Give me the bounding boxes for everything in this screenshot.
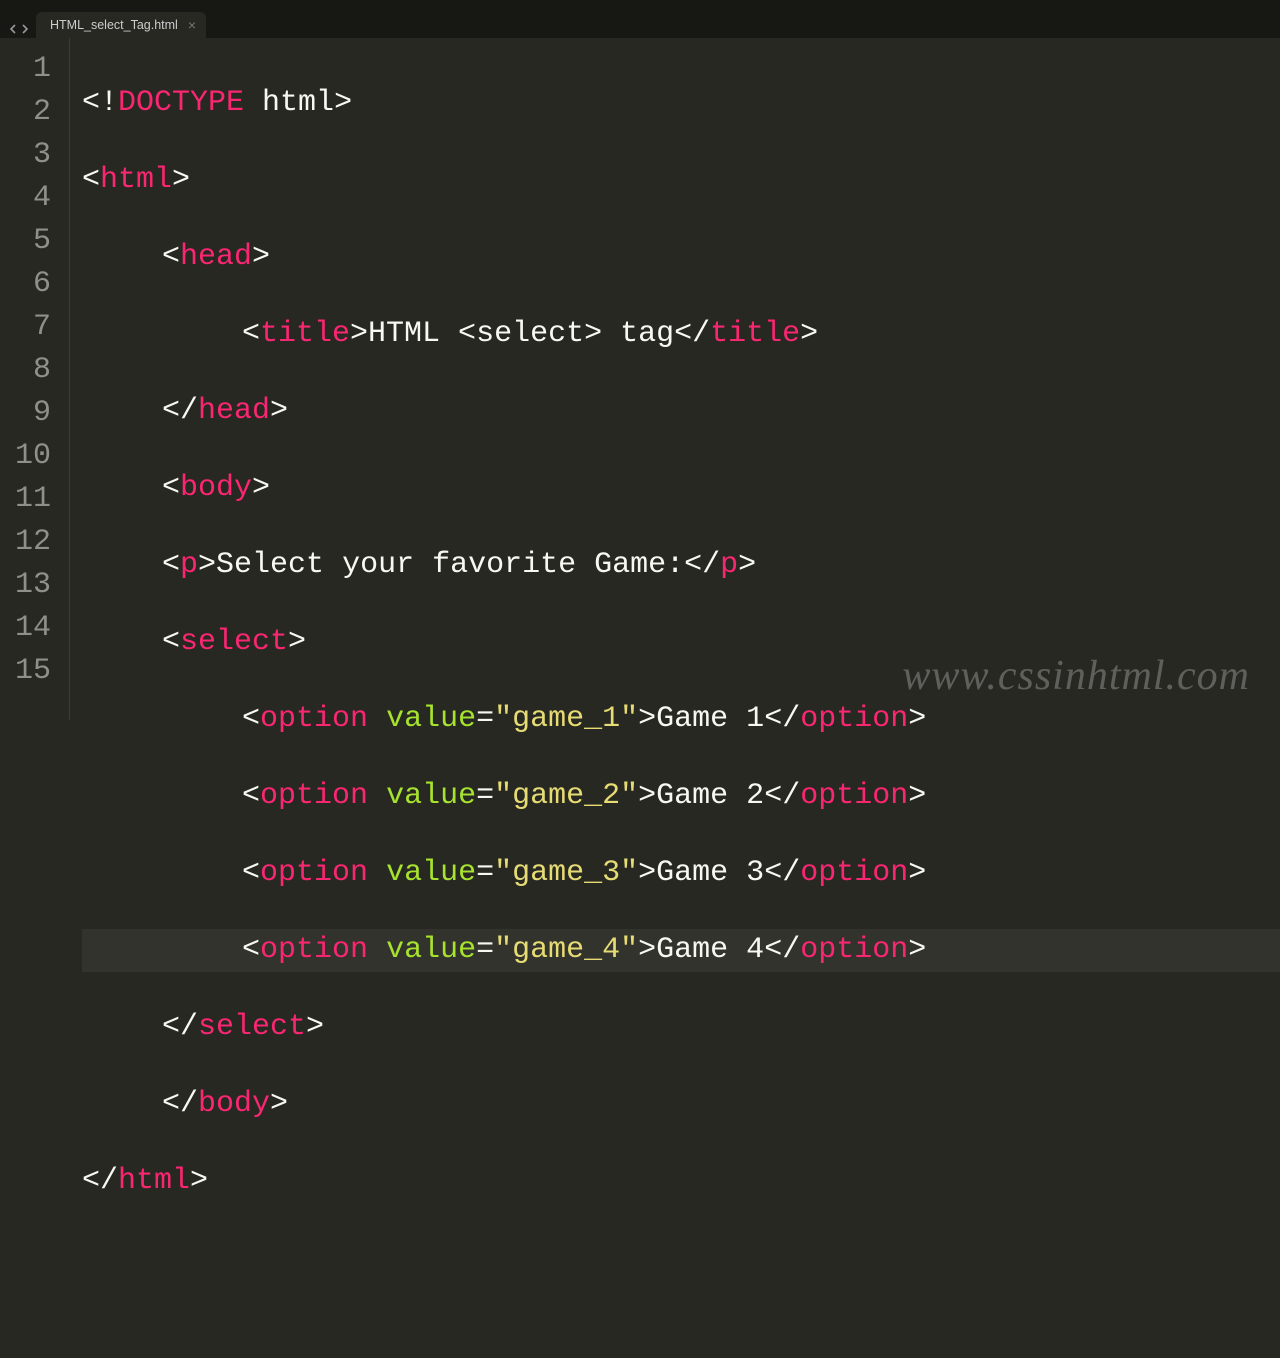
close-icon[interactable]: × <box>188 18 196 32</box>
code-line: <option value="game_3">Game 3</option> <box>82 852 1280 895</box>
code-area[interactable]: <!DOCTYPE html> <html> <head> <title>HTM… <box>70 38 1280 720</box>
tab-bar: HTML_select_Tag.html × <box>0 8 1280 38</box>
file-tab[interactable]: HTML_select_Tag.html × <box>36 12 206 38</box>
line-number: 10 <box>0 435 51 478</box>
line-number: 5 <box>0 220 51 263</box>
line-number: 9 <box>0 392 51 435</box>
line-number: 7 <box>0 306 51 349</box>
line-number: 13 <box>0 564 51 607</box>
code-line: </body> <box>82 1083 1280 1126</box>
nav-right-icon[interactable] <box>20 24 30 34</box>
line-number: 2 <box>0 91 51 134</box>
code-line: <!DOCTYPE html> <box>82 82 1280 125</box>
line-number-gutter: 1 2 3 4 5 6 7 8 9 10 11 12 13 14 15 <box>0 38 70 720</box>
code-line: <title>HTML <select> tag</title> <box>82 313 1280 356</box>
code-line: <p>Select your favorite Game:</p> <box>82 544 1280 587</box>
code-line: <head> <box>82 236 1280 279</box>
code-line: <body> <box>82 467 1280 510</box>
line-number: 6 <box>0 263 51 306</box>
code-line: </select> <box>82 1006 1280 1049</box>
code-line: <select> <box>82 621 1280 664</box>
line-number: 8 <box>0 349 51 392</box>
line-number: 11 <box>0 478 51 521</box>
code-line: </head> <box>82 390 1280 433</box>
line-number: 14 <box>0 607 51 650</box>
line-number: 15 <box>0 650 51 693</box>
line-number: 4 <box>0 177 51 220</box>
editor: 1 2 3 4 5 6 7 8 9 10 11 12 13 14 15 <!DO… <box>0 38 1280 720</box>
code-line: <option value="game_4">Game 4</option> <box>82 929 1280 972</box>
window-titlebar <box>0 0 1280 8</box>
code-line: <option value="game_2">Game 2</option> <box>82 775 1280 818</box>
nav-left-icon[interactable] <box>8 24 18 34</box>
code-line: </html> <box>82 1160 1280 1203</box>
line-number: 12 <box>0 521 51 564</box>
tab-filename: HTML_select_Tag.html <box>50 18 178 32</box>
line-number: 1 <box>0 48 51 91</box>
code-line: <html> <box>82 159 1280 202</box>
tab-nav-arrows <box>4 24 36 38</box>
line-number: 3 <box>0 134 51 177</box>
